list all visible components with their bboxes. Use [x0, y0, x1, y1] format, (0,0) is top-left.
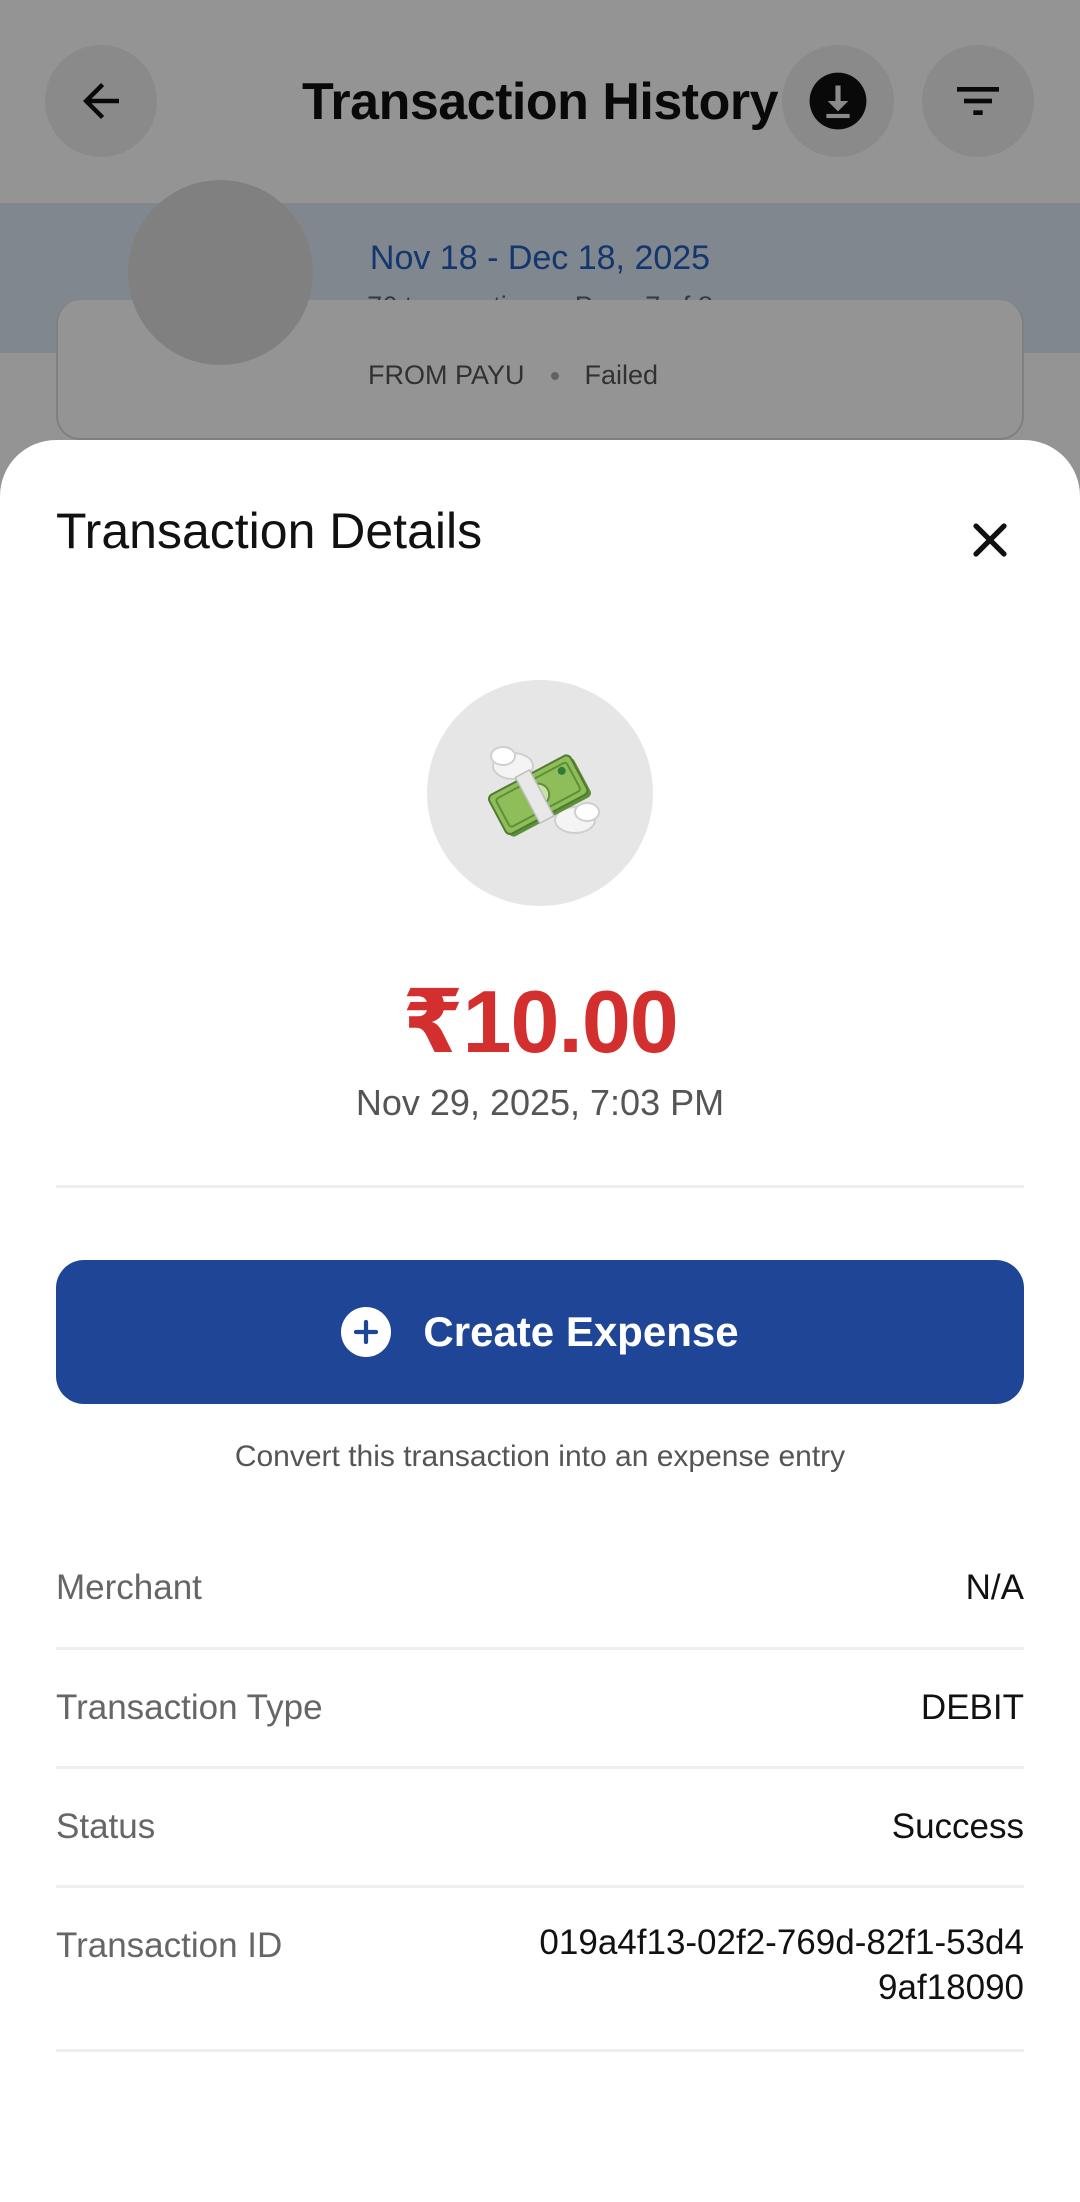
divider — [56, 1185, 1024, 1188]
detail-row-transaction-id: Transaction ID 019a4f13-02f2-769d-82f1-5… — [56, 1888, 1024, 2052]
transaction-id-value[interactable]: 019a4f13-02f2-769d-82f1-53d49af18090 — [524, 1920, 1024, 2010]
detail-row-type: Transaction Type DEBIT — [56, 1650, 1024, 1769]
merchant-label: Merchant — [56, 1568, 202, 1607]
status-value: Success — [891, 1807, 1024, 1846]
transaction-details-list: Merchant N/A Transaction Type DEBIT Stat… — [56, 1530, 1024, 2052]
detail-row-merchant: Merchant N/A — [56, 1530, 1024, 1650]
transaction-type-value: DEBIT — [920, 1688, 1024, 1727]
close-icon — [973, 523, 1007, 557]
status-label: Status — [56, 1807, 156, 1846]
transaction-id-label: Transaction ID — [56, 1926, 283, 1965]
transaction-amount: ₹10.00 — [402, 972, 678, 1071]
create-expense-hint: Convert this transaction into an expense… — [234, 1440, 846, 1473]
close-button[interactable] — [950, 500, 1030, 580]
transaction-datetime: Nov 29, 2025, 7:03 PM — [355, 1082, 725, 1123]
transaction-type-label: Transaction Type — [56, 1688, 323, 1727]
transaction-avatar: $ — [427, 680, 653, 906]
create-expense-label: Create Expense — [423, 1308, 739, 1355]
merchant-value: N/A — [965, 1568, 1024, 1607]
plus-circle-icon — [341, 1307, 392, 1357]
detail-row-status: Status Success — [56, 1769, 1024, 1888]
money-with-wings-icon: $ — [487, 746, 600, 837]
transaction-details-sheet: Transaction Details $ ₹10.00 Nov 29, — [0, 440, 1080, 2202]
create-expense-button[interactable]: Create Expense — [56, 1260, 1024, 1404]
sheet-title: Transaction Details — [56, 503, 483, 559]
